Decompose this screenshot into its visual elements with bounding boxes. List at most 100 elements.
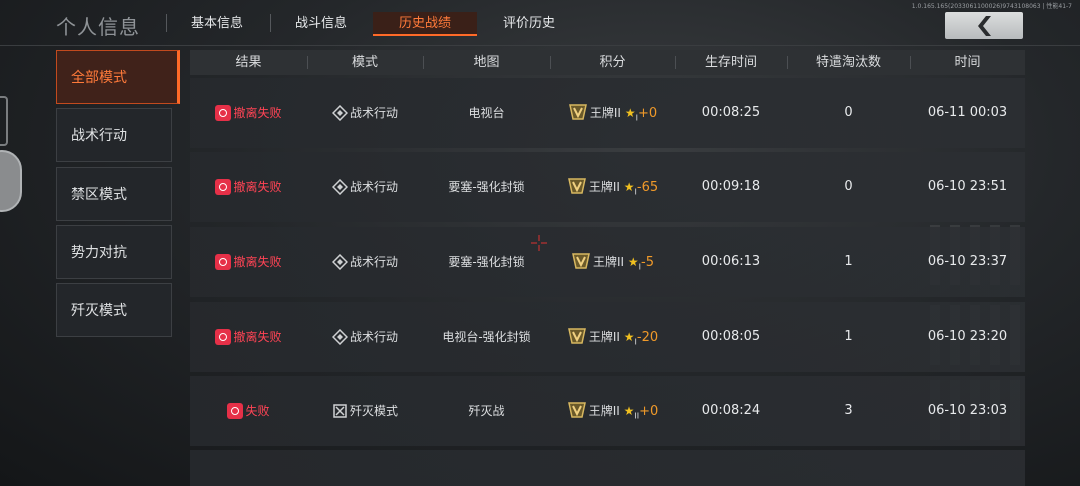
sidebar-item-all-modes[interactable]: 全部模式 (56, 50, 180, 104)
result-label: 撤离失败 (233, 330, 282, 344)
time-cell: 06-10 23:37 (927, 254, 1008, 269)
table-row[interactable]: 撤离失败 战术行动 电视台 王牌II ★I+0 00:08:25 0 06-11… (190, 78, 1025, 148)
star-icon: ★ (627, 255, 639, 269)
tab-basic-info[interactable]: 基本信息 (180, 12, 254, 36)
score-delta: -5 (641, 255, 654, 270)
survival-time-cell: 00:06:13 (701, 254, 761, 269)
result-cell: 撤离失败 (190, 78, 307, 148)
fail-icon (215, 328, 232, 345)
result-cell: 撤离失败 (190, 227, 307, 297)
tab-match-history[interactable]: 历史战绩 (373, 12, 477, 36)
result-cell: 撤离失败 (190, 152, 307, 222)
mode-label: 战术行动 (349, 106, 398, 120)
page-title: 个人信息 (56, 15, 140, 39)
annihilation-mode-icon (333, 403, 347, 418)
tactical-mode-icon (331, 253, 348, 270)
tab-combat-info[interactable]: 战斗信息 (284, 12, 358, 36)
score-cell: 王牌II ★I+0 (550, 78, 675, 148)
result-label: 撤离失败 (233, 255, 282, 269)
mode-cell: 战术行动 (307, 302, 423, 372)
mode-cell: 战术行动 (307, 227, 423, 297)
mode-label: 歼灭模式 (349, 404, 398, 418)
result-cell: 失败 (190, 376, 307, 446)
score-delta: +0 (637, 106, 658, 121)
fail-icon (215, 178, 232, 195)
result-label: 撤离失败 (233, 180, 282, 194)
map-cell: 要塞-强化封锁 (448, 180, 525, 194)
rank-label: 王牌II (588, 180, 620, 194)
survival-time-cell: 00:08:25 (701, 105, 761, 120)
top-bar: 个人信息 基本信息 战斗信息 历史战绩 评价历史 1.0.165.165(203… (0, 0, 1080, 46)
sidebar-item-annihilation[interactable]: 歼灭模式 (56, 283, 172, 337)
time-cell: 06-10 23:20 (927, 329, 1008, 344)
fail-icon (215, 253, 232, 270)
table-row[interactable]: 撤离失败 战术行动 要塞-强化封锁 王牌II ★I-65 00:09:18 0 … (190, 152, 1025, 222)
ace-rank-icon (567, 401, 586, 418)
time-cell: 06-10 23:03 (927, 403, 1008, 418)
crosshair-icon (531, 235, 547, 251)
kills-cell: 1 (844, 329, 853, 344)
ace-rank-icon (567, 177, 586, 194)
tactical-mode-icon (331, 178, 348, 195)
result-label: 失败 (245, 404, 270, 418)
map-cell: 电视台 (468, 106, 505, 120)
result-label: 撤离失败 (233, 106, 282, 120)
sidebar-item-tactical[interactable]: 战术行动 (56, 108, 172, 162)
column-header-kills: 特遣淘汰数 (815, 55, 881, 70)
table-row[interactable] (190, 450, 1025, 486)
score-cell: 王牌II ★I-5 (550, 227, 675, 297)
kills-cell: 0 (844, 105, 853, 120)
avatar[interactable] (0, 150, 22, 212)
score-cell: 王牌II ★II+0 (550, 376, 675, 446)
system-info: 1.0.165.165(2033061100026)9743108063 | 性… (911, 3, 1072, 10)
back-button[interactable] (945, 12, 1023, 39)
tactical-mode-icon (331, 328, 348, 345)
rank-label: 王牌II (592, 255, 625, 269)
mode-label: 战术行动 (349, 255, 398, 269)
mode-cell: 歼灭模式 (307, 376, 423, 446)
rank-label: 王牌II (589, 106, 621, 120)
star-icon: ★ (623, 180, 635, 194)
column-header-mode: 模式 (351, 55, 378, 70)
tab-rating-history[interactable]: 评价历史 (492, 12, 566, 36)
tab-divider (166, 14, 167, 32)
table-row[interactable]: 失败 歼灭模式 歼灭战 王牌II ★II+0 00:08:24 3 06-10 … (190, 376, 1025, 446)
column-header-result: 结果 (235, 55, 262, 70)
ace-rank-icon (572, 252, 590, 269)
time-cell: 06-10 23:51 (927, 179, 1008, 194)
column-header-map: 地图 (473, 55, 500, 70)
survival-time-cell: 00:09:18 (701, 179, 761, 194)
result-cell: 撤离失败 (190, 302, 307, 372)
table-row[interactable]: 撤离失败 战术行动 要塞-强化封锁 王牌II ★I-5 00:06:13 1 0… (190, 227, 1025, 297)
back-arrow-icon (978, 16, 991, 36)
table-header: 结果 模式 地图 积分 生存时间 特遣淘汰数 时间 (190, 50, 1025, 75)
star-icon: ★ (624, 106, 636, 120)
tactical-mode-icon (331, 104, 348, 121)
rank-label: 王牌II (588, 404, 620, 418)
mode-label: 战术行动 (349, 330, 398, 344)
column-header-time: 时间 (954, 55, 981, 70)
score-cell: 王牌II ★I-20 (550, 302, 675, 372)
mode-label: 战术行动 (349, 180, 398, 194)
ace-rank-icon (567, 327, 586, 344)
star-icon: ★ (623, 404, 635, 418)
mode-cell: 战术行动 (307, 78, 423, 148)
rank-label: 王牌II (588, 330, 620, 344)
sidebar-item-restricted[interactable]: 禁区模式 (56, 167, 172, 221)
fail-icon (227, 402, 244, 419)
score-delta: +0 (639, 404, 659, 419)
kills-cell: 1 (844, 254, 853, 269)
tab-divider (270, 14, 271, 32)
ace-rank-icon (568, 103, 587, 120)
column-header-score: 积分 (599, 55, 626, 70)
map-cell: 电视台-强化封锁 (442, 330, 531, 344)
kills-cell: 3 (844, 403, 853, 418)
column-header-survival: 生存时间 (704, 55, 757, 70)
score-delta: -65 (636, 180, 659, 195)
sidebar-item-faction[interactable]: 势力对抗 (56, 225, 172, 279)
time-cell: 06-11 00:03 (927, 105, 1008, 120)
table-row[interactable]: 撤离失败 战术行动 电视台-强化封锁 王牌II ★I-20 00:08:05 1… (190, 302, 1025, 372)
score-delta: -20 (636, 330, 659, 345)
left-edge-handle[interactable] (0, 96, 8, 146)
score-cell: 王牌II ★I-65 (550, 152, 675, 222)
